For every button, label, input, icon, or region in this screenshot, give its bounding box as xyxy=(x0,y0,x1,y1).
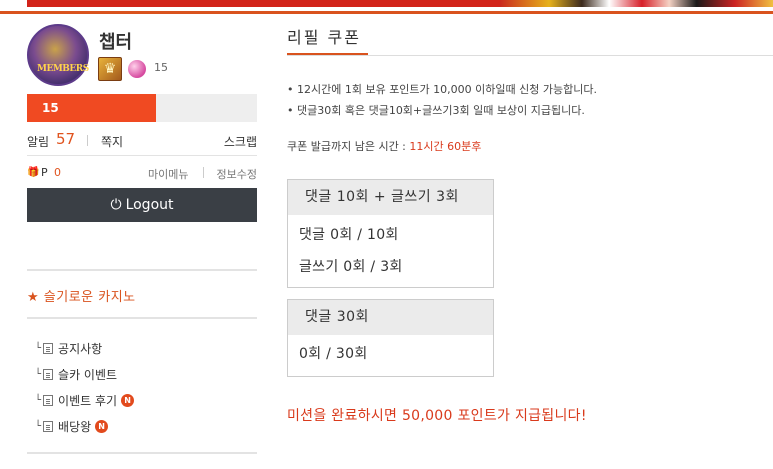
mission-box-header: 댓글 30회 xyxy=(288,300,493,335)
menu-header: ★ 슬기로운 카지노 xyxy=(27,269,257,319)
page-title: 리필 쿠폰 xyxy=(287,28,361,47)
tree-branch-icon: └ xyxy=(35,342,42,354)
menu-item-label: 공지사항 xyxy=(58,341,103,356)
menu-item-label: 이벤트 후기 xyxy=(58,393,118,408)
mission-reward-text: 미션을 완료하시면 50,000 포인트가 지급됩니다! xyxy=(287,408,587,424)
candy-icon xyxy=(128,60,146,78)
exp-bar: 15 xyxy=(27,94,257,122)
document-icon xyxy=(43,394,54,406)
mission-progress: 글쓰기 0회 / 3회 xyxy=(299,259,403,275)
alarm-link[interactable]: 알림 xyxy=(27,133,49,150)
coupon-notes: • 12시간에 1회 보유 포인트가 10,000 이하일때 신청 가능합니다.… xyxy=(287,79,597,121)
power-icon: ⏻ xyxy=(110,197,122,213)
menu-item-notice[interactable]: └ 공지사항 xyxy=(35,335,257,361)
top-banner xyxy=(0,0,773,14)
countdown-value: 11시간 60분후 xyxy=(409,140,482,153)
mission-box-header: 댓글 10회 + 글쓰기 3회 xyxy=(288,180,493,215)
avatar[interactable]: MEMBERS xyxy=(27,24,89,86)
document-icon xyxy=(43,368,54,380)
memo-link[interactable]: 쪽지 xyxy=(101,133,123,150)
menu-item-event[interactable]: └ 슬카 이벤트 xyxy=(35,361,257,387)
menu-item-label: 배당왕 xyxy=(58,419,92,434)
countdown-label: 쿠폰 발급까지 남은 시간 : xyxy=(287,140,410,153)
avatar-text: MEMBERS xyxy=(37,64,89,74)
mission-box-comments: 댓글 30회 0회 / 30회 xyxy=(287,299,494,377)
mymenu-link[interactable]: 마이메뉴 xyxy=(148,166,188,182)
board-menu: └ 공지사항 └ 슬카 이벤트 └ 이벤트 후기 N └ 배당왕 N xyxy=(35,335,257,439)
tree-branch-icon: └ xyxy=(35,368,42,380)
exp-bar-label: 15 xyxy=(42,101,59,115)
nickname: 챕터 xyxy=(99,32,133,53)
banner-divider xyxy=(0,11,773,14)
mission-progress: 댓글 0회 / 10회 xyxy=(299,227,399,243)
menu-title[interactable]: ★ 슬기로운 카지노 xyxy=(27,286,136,305)
menu-item-label: 슬카 이벤트 xyxy=(58,367,118,382)
mission-progress: 0회 / 30회 xyxy=(299,346,368,362)
banner-image xyxy=(500,0,773,7)
stats-row: 알림 57 쪽지 스크랩 xyxy=(27,122,257,156)
level-number: 15 xyxy=(154,61,168,74)
menu-item-payout-king[interactable]: └ 배당왕 N xyxy=(35,413,257,439)
gift-icon: 🎁 xyxy=(27,167,40,178)
mission-box-comments-posts: 댓글 10회 + 글쓰기 3회 댓글 0회 / 10회 글쓰기 0회 / 3회 xyxy=(287,179,494,288)
note-line: • 댓글30회 혹은 댓글10회+글쓰기3회 일때 보상이 지급됩니다. xyxy=(287,104,585,117)
sidebar: MEMBERS 챕터 ♛ 15 15 알림 57 쪽지 스크랩 🎁 P 0 마이… xyxy=(27,24,257,222)
point-label: P xyxy=(41,166,48,179)
logout-label: Logout xyxy=(125,197,174,213)
logout-button[interactable]: ⏻ Logout xyxy=(27,188,257,222)
title-rule xyxy=(287,55,773,56)
divider xyxy=(203,167,204,178)
points-row: 🎁 P 0 마이메뉴 정보수정 xyxy=(27,156,257,188)
menu-item-event-review[interactable]: └ 이벤트 후기 N xyxy=(35,387,257,413)
new-badge: N xyxy=(121,393,135,407)
document-icon xyxy=(43,420,54,432)
divider xyxy=(87,135,88,146)
profile-card: MEMBERS 챕터 ♛ 15 xyxy=(27,24,257,90)
point-value[interactable]: 0 xyxy=(54,166,61,179)
scrap-link[interactable]: 스크랩 xyxy=(224,133,257,150)
tree-branch-icon: └ xyxy=(35,394,42,406)
note-line: • 12시간에 1회 보유 포인트가 10,000 이하일때 신청 가능합니다. xyxy=(287,83,597,96)
coupon-countdown: 쿠폰 발급까지 남은 시간 : 11시간 60분후 xyxy=(287,138,481,154)
alarm-count[interactable]: 57 xyxy=(56,130,75,148)
edit-info-link[interactable]: 정보수정 xyxy=(217,166,257,182)
document-icon xyxy=(43,342,54,354)
level-badge-icon: ♛ xyxy=(98,57,122,81)
new-badge: N xyxy=(95,419,109,433)
tree-branch-icon: └ xyxy=(35,420,42,432)
sidebar-bottom-divider xyxy=(27,452,257,454)
